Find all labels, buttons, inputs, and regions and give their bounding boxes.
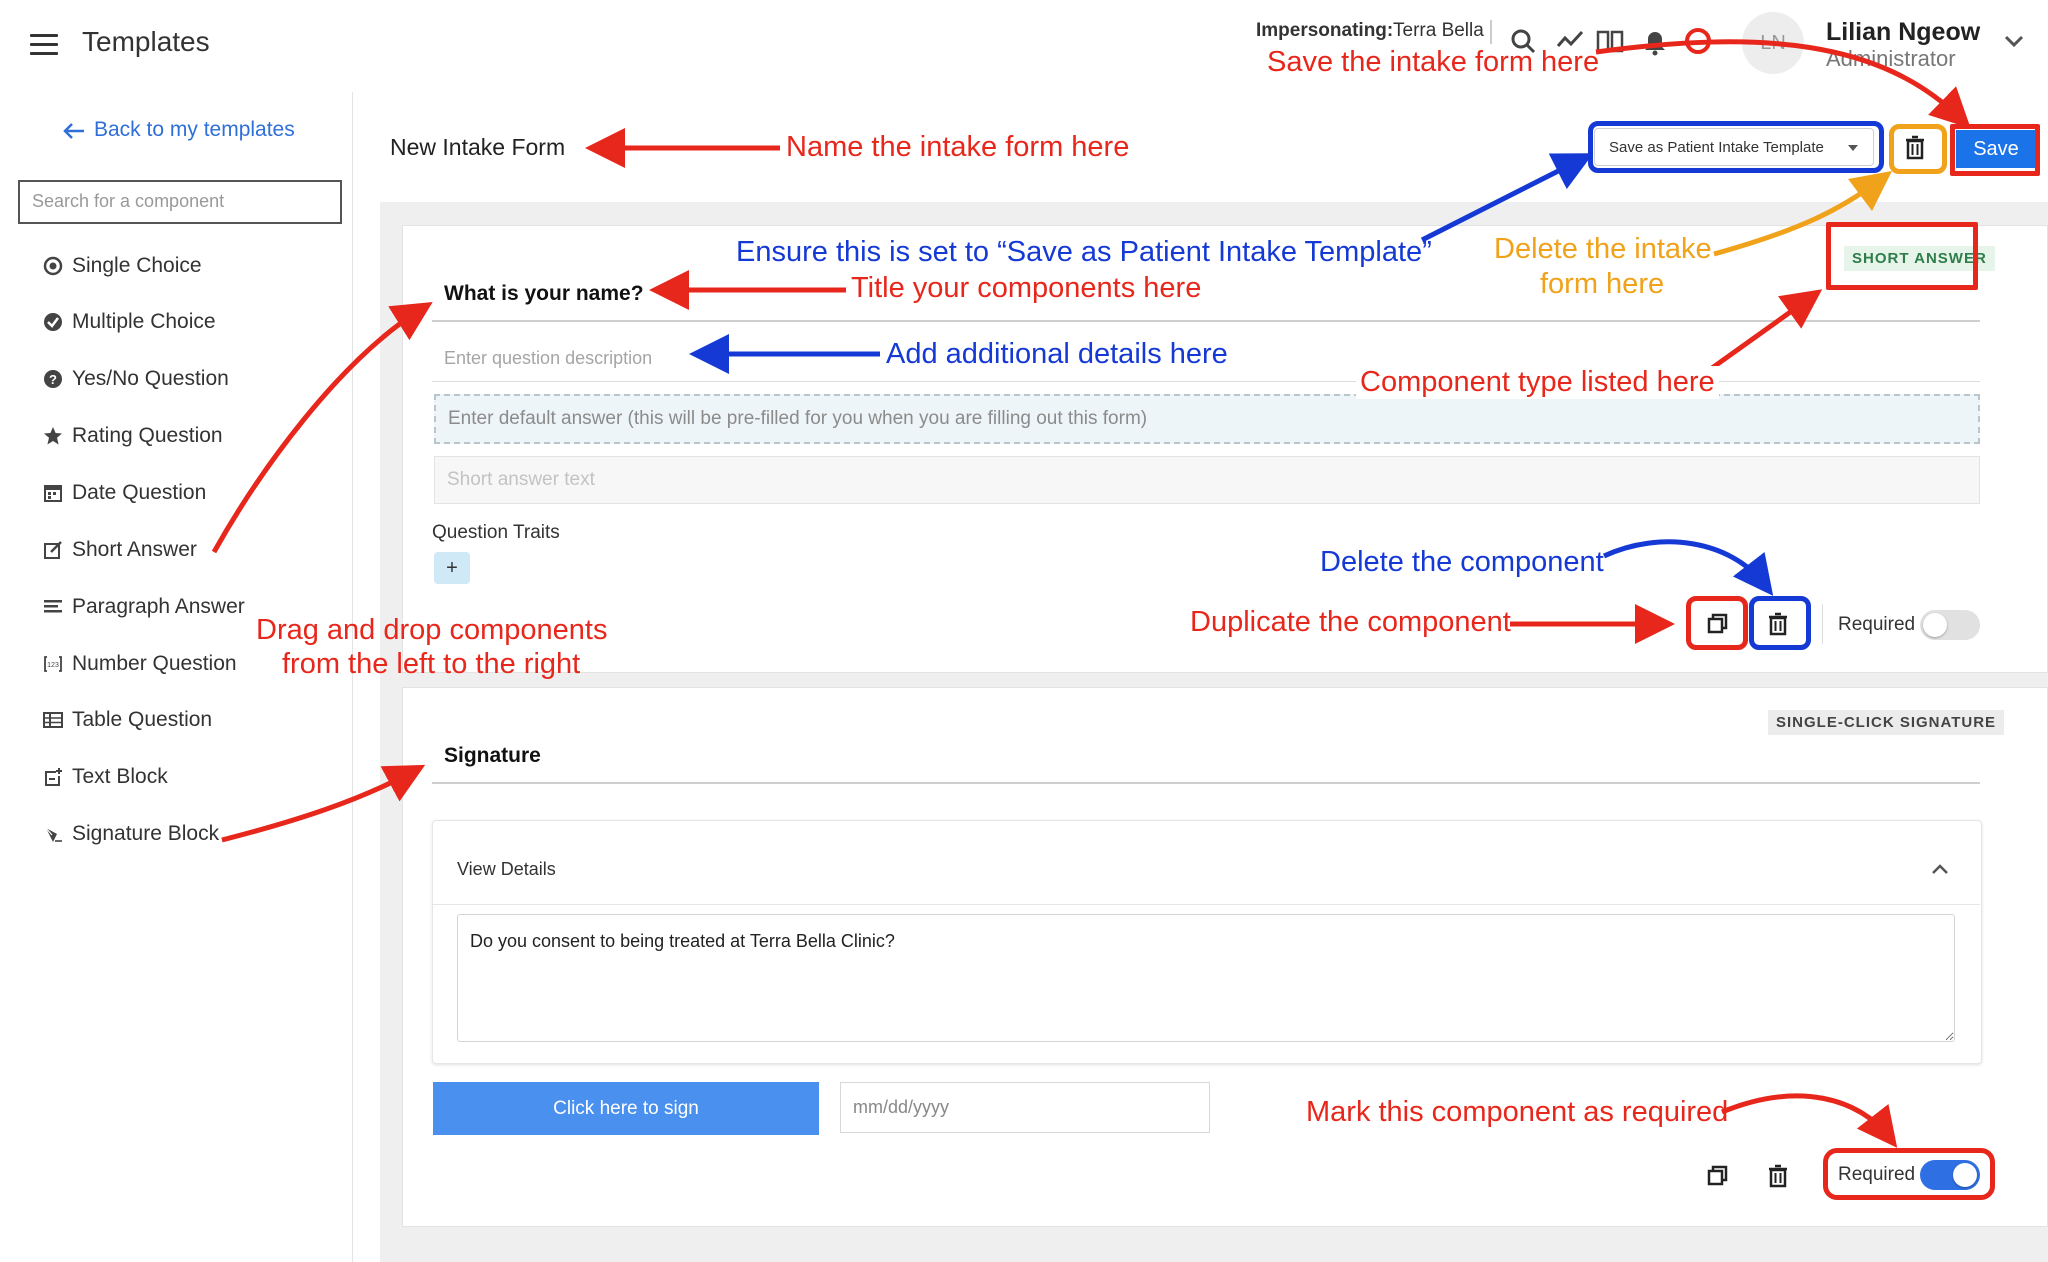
- component-type-badge: SINGLE-CLICK SIGNATURE: [1768, 710, 2005, 735]
- component-text-block[interactable]: Text Block: [42, 759, 168, 795]
- component-table-question[interactable]: Table Question: [42, 702, 212, 738]
- app-title: Templates: [82, 26, 210, 57]
- details-divider: [432, 904, 1980, 905]
- component-label: Multiple Choice: [72, 310, 216, 333]
- component-search-input[interactable]: [20, 182, 344, 220]
- question-circle-icon: ?: [42, 368, 64, 390]
- svg-text:?: ?: [49, 372, 57, 387]
- component-signature-block[interactable]: Signature Block: [42, 816, 219, 852]
- check-circle-icon: [42, 311, 64, 333]
- form-name-input[interactable]: New Intake Form: [390, 134, 565, 161]
- component-yes-no[interactable]: ? Yes/No Question: [42, 361, 229, 397]
- question-traits-label: Question Traits: [432, 522, 560, 543]
- chevron-down-icon[interactable]: [2003, 34, 2025, 48]
- signature-title-input[interactable]: Signature: [444, 744, 541, 768]
- component-search-box[interactable]: [18, 180, 344, 224]
- signature-date-input[interactable]: [840, 1082, 1210, 1133]
- trash-icon[interactable]: [1758, 1156, 1798, 1196]
- radio-icon: [42, 255, 64, 277]
- text-block-icon: [42, 766, 64, 788]
- arrow-left-icon[interactable]: [62, 122, 86, 140]
- template-select-highlight-box: [1588, 121, 1884, 173]
- component-number-question[interactable]: 123 Number Question: [42, 646, 237, 682]
- paragraph-icon: [42, 596, 64, 618]
- hamburger-menu-icon[interactable]: [30, 34, 58, 56]
- save-highlight-box: [1950, 124, 2040, 176]
- action-divider: [1822, 604, 1823, 644]
- component-short-answer[interactable]: Short Answer: [42, 532, 197, 568]
- impersonating-value: Terra Bella: [1393, 20, 1484, 41]
- back-to-templates-link[interactable]: Back to my templates: [94, 118, 295, 142]
- annotation-delete-form-line1: Delete the intake: [1494, 233, 1712, 265]
- annotation-title-components: Title your components here: [851, 272, 1202, 304]
- avatar[interactable]: LN: [1742, 12, 1804, 74]
- component-label: Table Question: [72, 708, 213, 731]
- chevron-up-icon[interactable]: [1930, 862, 1950, 876]
- annotation-save-here: Save the intake form here: [1267, 46, 1600, 78]
- component-label: Rating Question: [72, 424, 223, 447]
- component-label: Number Question: [72, 652, 237, 675]
- book-icon[interactable]: [1595, 26, 1625, 56]
- star-icon: [42, 425, 64, 447]
- bell-icon[interactable]: [1640, 26, 1670, 56]
- impersonating-label: Impersonating:: [1256, 20, 1394, 41]
- title-underline: [432, 320, 1980, 322]
- required-highlight-box: [1823, 1148, 1995, 1200]
- question-title-input[interactable]: What is your name?: [444, 282, 644, 306]
- calendar-icon: [42, 482, 64, 504]
- component-label: Signature Block: [72, 822, 220, 845]
- top-bar: [0, 0, 2048, 92]
- help-ring-icon[interactable]: [1683, 26, 1713, 56]
- badge-highlight-box: [1826, 222, 1978, 290]
- edit-icon: [42, 539, 64, 561]
- short-answer-preview-input[interactable]: [434, 456, 1980, 504]
- component-date[interactable]: Date Question: [42, 475, 206, 511]
- component-multiple-choice[interactable]: Multiple Choice: [42, 304, 216, 340]
- user-role: Administrator: [1826, 46, 1956, 71]
- component-paragraph-answer[interactable]: Paragraph Answer: [42, 589, 245, 625]
- component-single-choice[interactable]: Single Choice: [42, 248, 202, 284]
- annotation-name-here: Name the intake form here: [786, 131, 1130, 163]
- component-label: Paragraph Answer: [72, 595, 245, 618]
- annotation-mark-required: Mark this component as required: [1306, 1096, 1729, 1128]
- annotation-ensure-template: Ensure this is set to “Save as Patient I…: [736, 236, 1432, 268]
- required-toggle[interactable]: [1920, 610, 1980, 640]
- delete-component-highlight-box: [1749, 596, 1811, 650]
- component-label: Short Answer: [72, 538, 197, 561]
- consent-text-area[interactable]: Do you consent to being treated at Terra…: [457, 914, 1955, 1042]
- duplicate-icon[interactable]: [1698, 1156, 1738, 1196]
- topbar-separator: [1490, 20, 1492, 44]
- annotation-additional-details: Add additional details here: [886, 338, 1228, 370]
- add-trait-button[interactable]: +: [434, 552, 470, 584]
- annotation-drag-drop-line1: Drag and drop components: [256, 614, 608, 646]
- svg-text:123: 123: [47, 662, 59, 669]
- user-name: Lilian Ngeow: [1826, 18, 1981, 46]
- duplicate-highlight-box: [1686, 596, 1748, 650]
- annotation-delete-component: Delete the component: [1320, 546, 1604, 578]
- default-answer-input[interactable]: [434, 394, 1980, 444]
- click-to-sign-button[interactable]: Click here to sign: [433, 1082, 819, 1135]
- annotation-duplicate-component: Duplicate the component: [1190, 606, 1511, 638]
- component-label: Text Block: [72, 765, 168, 788]
- table-icon: [42, 709, 64, 731]
- annotation-delete-form-line2: form here: [1540, 268, 1665, 300]
- component-rating[interactable]: Rating Question: [42, 418, 223, 454]
- view-details-toggle[interactable]: View Details: [457, 859, 556, 880]
- delete-form-highlight-box: [1889, 124, 1947, 174]
- signature-icon: [42, 823, 64, 845]
- component-label: Single Choice: [72, 254, 202, 277]
- number-icon: 123: [42, 653, 64, 675]
- toggle-knob: [1923, 613, 1947, 637]
- component-label: Date Question: [72, 481, 207, 504]
- annotation-drag-drop-line2: from the left to the right: [282, 648, 581, 680]
- required-label: Required: [1838, 614, 1916, 635]
- component-label: Yes/No Question: [72, 367, 229, 390]
- annotation-component-type: Component type listed here: [1356, 366, 1719, 399]
- title-underline: [432, 782, 1980, 784]
